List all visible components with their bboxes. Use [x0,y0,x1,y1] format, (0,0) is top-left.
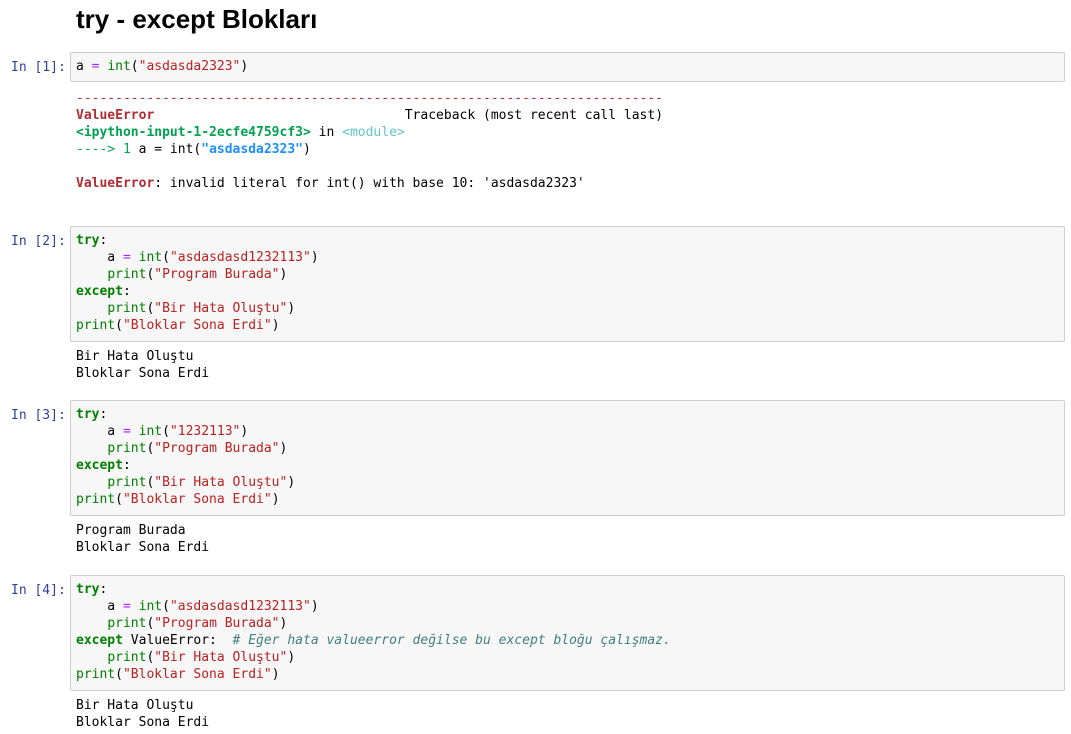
cell-output: Program Burada Bloklar Sona Erdi [76,522,209,556]
output-line: Bloklar Sona Erdi [76,540,210,555]
code-input-area[interactable]: try: a = int("1232113") print("Program B… [70,400,1065,516]
input-prompt: In [2]: [11,234,66,249]
output-line: Bir Hata Oluştu [76,349,194,364]
output-line: Bloklar Sona Erdi [76,715,210,730]
cell-output: Bir Hata Oluştu Bloklar Sona Erdi [76,697,209,731]
output-line: Program Burada [76,523,186,538]
code-block: try: a = int("asdasdasd1232113") print("… [76,582,671,682]
traceback-arrow: ----> [76,142,116,157]
code-comment: # Eğer hata valueerror değilse bu except… [232,633,671,648]
input-ref: <ipython-input-1-2ecfe4759cf3> [76,125,311,140]
traceback-output: ----------------------------------------… [76,91,664,191]
output-line: Bir Hata Oluştu [76,698,194,713]
traceback-label: Traceback (most recent call last) [404,108,664,123]
page-title: try - except Blokları [76,4,318,34]
input-prompt: In [1]: [11,60,66,75]
code-input-area[interactable]: try: a = int("asdasdasd1232113") print("… [70,226,1065,342]
cell-output: Bir Hata Oluştu Bloklar Sona Erdi [76,348,209,382]
code-block: try: a = int("asdasdasd1232113") print("… [76,233,319,333]
code-input-area[interactable]: try: a = int("asdasdasd1232113") print("… [70,575,1065,691]
error-name-final: ValueError [76,176,155,191]
error-name: ValueError [76,108,155,123]
output-line: Bloklar Sona Erdi [76,366,210,381]
traceback-dashes: ----------------------------------------… [76,91,663,106]
input-prompt: In [3]: [11,408,66,423]
code-block: try: a = int("1232113") print("Program B… [76,407,296,507]
input-prompt: In [4]: [11,583,66,598]
code-input-area[interactable]: a = int("asdasda2323") [70,52,1065,82]
code-line: a = int("asdasda2323") [76,59,249,74]
error-message: : invalid literal for int() with base 10… [154,176,585,191]
